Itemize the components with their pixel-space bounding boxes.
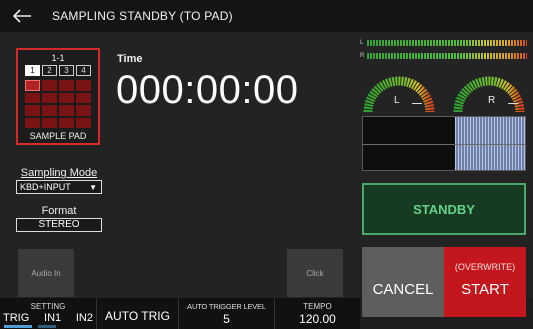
- time-label: Time: [117, 53, 143, 65]
- pad-bank-4[interactable]: 4: [76, 65, 91, 76]
- page-title: SAMPLING STANDBY (TO PAD): [52, 9, 233, 23]
- pad-cell[interactable]: [25, 92, 40, 103]
- gauge-label-right: R: [488, 95, 496, 106]
- gauge-left: [363, 76, 435, 113]
- pad-cell[interactable]: [42, 92, 57, 103]
- setting-button[interactable]: SETTING TRIG IN1 IN2: [0, 298, 96, 329]
- format-label: Format: [41, 205, 77, 217]
- pad-cell[interactable]: [76, 105, 91, 116]
- waveform-center-line: [363, 144, 525, 145]
- pad-cell[interactable]: [42, 117, 57, 128]
- pad-cell[interactable]: [59, 80, 74, 91]
- tempo-label: TEMPO: [303, 302, 332, 311]
- standby-status: STANDBY: [362, 183, 526, 235]
- tempo-control[interactable]: TEMPO 120.00: [274, 298, 360, 329]
- pad-bank-3[interactable]: 3: [59, 65, 74, 76]
- setting-option-trig[interactable]: TRIG: [3, 312, 29, 324]
- pad-cell[interactable]: [42, 105, 57, 116]
- pad-cell[interactable]: [59, 92, 74, 103]
- auto-trigger-level-label: AUTO TRIGGER LEVEL: [187, 302, 266, 311]
- gauge-right: [453, 76, 525, 113]
- setting-options: TRIG IN1 IN2: [3, 312, 93, 324]
- back-button[interactable]: [6, 4, 38, 28]
- sample-pad-label: SAMPLE PAD: [29, 131, 87, 141]
- pad-bank-1[interactable]: 1: [25, 65, 40, 76]
- setting-label: SETTING: [30, 302, 66, 311]
- pad-cell[interactable]: [25, 117, 40, 128]
- gauge-tick-left: [412, 103, 422, 104]
- meter-label-left: L: [360, 40, 364, 46]
- start-label: START: [461, 281, 509, 298]
- pad-grid: [25, 80, 91, 128]
- arrow-left-icon: [12, 9, 31, 23]
- level-meter-left: [367, 40, 527, 46]
- selected-option-indicator: [4, 325, 32, 328]
- start-button[interactable]: (OVERWRITE) START: [444, 247, 526, 317]
- cancel-button[interactable]: CANCEL: [362, 247, 444, 317]
- meter-label-right: R: [360, 53, 365, 59]
- click-button[interactable]: Click: [287, 249, 343, 297]
- bottom-function-bar: SETTING TRIG IN1 IN2 AUTO TRIG AUTO TRIG…: [0, 298, 360, 329]
- gauge-label-left: L: [394, 95, 400, 106]
- level-meter-right: [367, 53, 527, 59]
- pad-cell[interactable]: [76, 80, 91, 91]
- pad-cell[interactable]: [76, 92, 91, 103]
- auto-trigger-level-value: 5: [223, 312, 230, 326]
- auto-trig-button[interactable]: AUTO TRIG: [96, 298, 178, 329]
- format-select[interactable]: STEREO: [16, 218, 102, 232]
- pad-bank-row: 1 2 3 4: [25, 65, 91, 76]
- waveform-display: [362, 116, 526, 171]
- dropdown-caret-icon: ▼: [89, 183, 97, 192]
- tempo-value: 120.00: [299, 312, 336, 326]
- pad-bank-2[interactable]: 2: [42, 65, 57, 76]
- pad-cell[interactable]: [59, 105, 74, 116]
- pad-cell[interactable]: [42, 80, 57, 91]
- title-bar: SAMPLING STANDBY (TO PAD): [0, 0, 533, 32]
- pad-cell[interactable]: [25, 105, 40, 116]
- pad-cell[interactable]: [59, 117, 74, 128]
- setting-option-in2[interactable]: IN2: [76, 312, 93, 324]
- sampling-mode-select[interactable]: KBD+INPUT ▼: [16, 180, 102, 194]
- sampling-mode-value: KBD+INPUT: [20, 182, 71, 192]
- setting-option-in1[interactable]: IN1: [44, 312, 61, 324]
- auto-trigger-level-control[interactable]: AUTO TRIGGER LEVEL 5: [178, 298, 274, 329]
- option-indicator: [38, 325, 56, 328]
- sample-pad-selector[interactable]: 1-1 1 2 3 4 SAMPLE PAD: [16, 48, 100, 145]
- pad-id: 1-1: [51, 53, 65, 63]
- sampling-mode-label: Sampling Mode: [20, 167, 98, 179]
- start-subtitle: (OVERWRITE): [454, 262, 516, 272]
- gauge-tick-right: [508, 103, 518, 104]
- pad-cell[interactable]: [25, 80, 40, 91]
- auto-trig-label: AUTO TRIG: [105, 309, 170, 323]
- pad-cell[interactable]: [76, 117, 91, 128]
- audio-in-button[interactable]: Audio In: [18, 249, 74, 297]
- time-value: 000:00:00: [116, 68, 299, 112]
